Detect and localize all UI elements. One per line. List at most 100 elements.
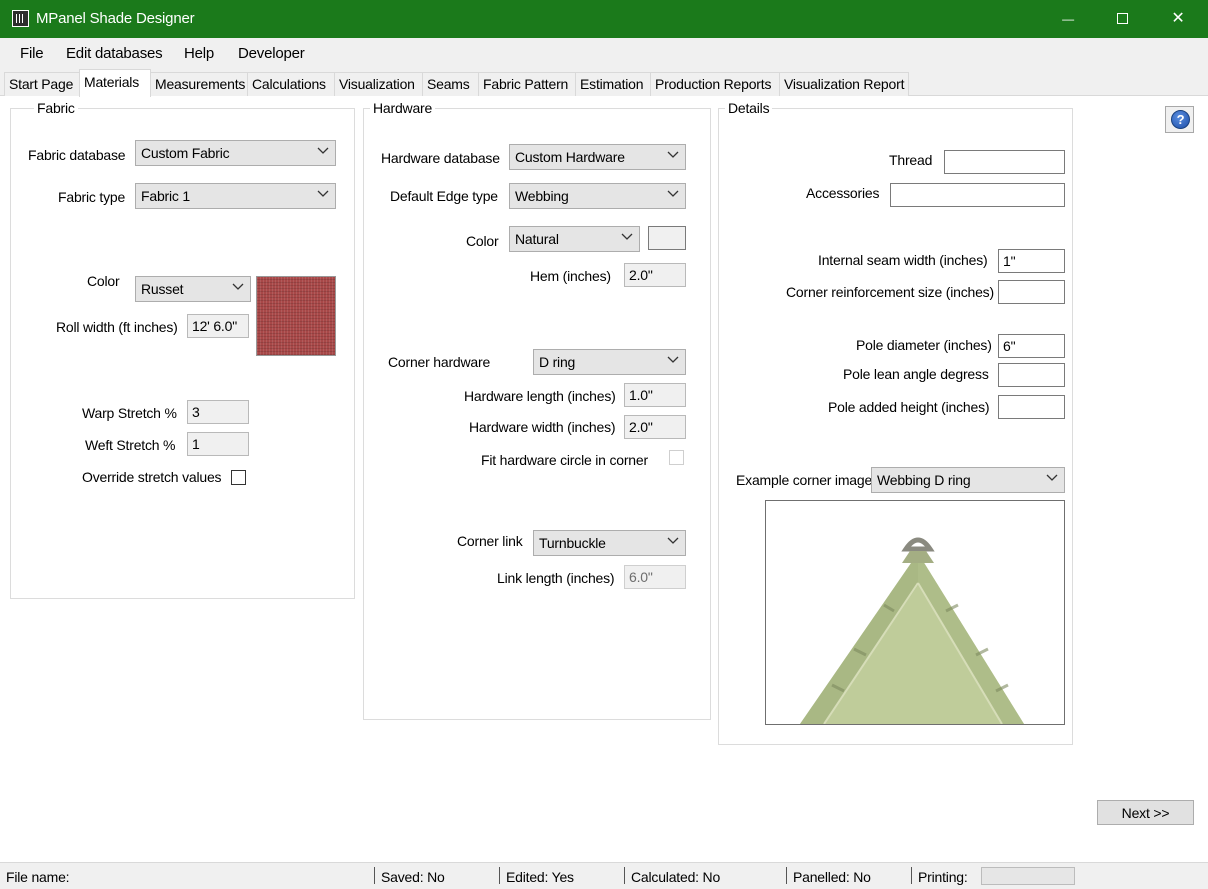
pole-height-field[interactable] — [998, 395, 1065, 419]
hardware-color-value: Natural — [515, 231, 559, 247]
hem-label: Hem (inches) — [530, 268, 611, 284]
corner-hardware-select[interactable]: D ring — [533, 349, 686, 375]
fabric-group-title: Fabric — [34, 100, 78, 116]
seam-width-field[interactable]: 1" — [998, 249, 1065, 273]
maximize-button[interactable] — [1094, 0, 1150, 38]
status-edited: Edited: Yes — [506, 869, 574, 885]
override-stretch-checkbox[interactable] — [231, 470, 246, 485]
edge-type-select[interactable]: Webbing — [509, 183, 686, 209]
seam-width-label: Internal seam width (inches) — [818, 252, 988, 268]
edge-type-value: Webbing — [515, 188, 569, 204]
printing-progress-bar — [981, 867, 1075, 885]
menu-developer[interactable]: Developer — [238, 45, 305, 62]
override-stretch-label: Override stretch values — [82, 469, 222, 485]
chevron-down-icon — [317, 147, 329, 157]
pole-diameter-label: Pole diameter (inches) — [856, 337, 992, 353]
reinforcement-size-field[interactable] — [998, 280, 1065, 304]
tab-seams[interactable]: Seams — [422, 72, 479, 96]
minimize-icon: — — [1062, 12, 1074, 26]
webbing-d-ring-illustration — [800, 537, 1024, 724]
details-group-title: Details — [725, 100, 773, 116]
tab-calculations[interactable]: Calculations — [247, 72, 335, 96]
fabric-color-value: Russet — [141, 281, 184, 297]
fabric-color-swatch — [256, 276, 336, 356]
accessories-label: Accessories — [806, 185, 880, 201]
corner-hardware-label: Corner hardware — [388, 354, 491, 370]
status-separator — [786, 867, 787, 884]
menu-edit-databases[interactable]: Edit databases — [66, 45, 163, 62]
hardware-width-field[interactable]: 2.0" — [624, 415, 686, 439]
hardware-database-select[interactable]: Custom Hardware — [509, 144, 686, 170]
chevron-down-icon — [667, 190, 679, 200]
roll-width-label: Roll width (ft inches) — [56, 319, 178, 335]
status-printing: Printing: — [918, 869, 968, 885]
hardware-width-label: Hardware width (inches) — [469, 419, 616, 435]
corner-link-select[interactable]: Turnbuckle — [533, 530, 686, 556]
status-separator — [374, 867, 375, 884]
status-panelled: Panelled: No — [793, 869, 871, 885]
tab-measurements[interactable]: Measurements — [150, 72, 248, 96]
thread-field[interactable] — [944, 150, 1065, 174]
chevron-down-icon — [667, 537, 679, 547]
tab-materials[interactable]: Materials — [79, 69, 151, 97]
window-title: MPanel Shade Designer — [36, 10, 195, 27]
fit-circle-checkbox[interactable] — [669, 450, 684, 465]
tab-estimation[interactable]: Estimation — [575, 72, 651, 96]
next-button[interactable]: Next >> — [1097, 800, 1194, 825]
menu-bar: File Edit databases Help Developer — [0, 39, 1208, 68]
example-image-value: Webbing D ring — [877, 472, 971, 488]
example-image-select[interactable]: Webbing D ring — [871, 467, 1065, 493]
menu-file[interactable]: File — [20, 45, 44, 62]
pole-lean-field[interactable] — [998, 363, 1065, 387]
weft-stretch-field[interactable]: 1 — [187, 432, 249, 456]
menu-help[interactable]: Help — [184, 45, 214, 62]
status-saved: Saved: No — [381, 869, 445, 885]
fabric-database-value: Custom Fabric — [141, 145, 230, 161]
fabric-color-label: Color — [87, 273, 120, 289]
maximize-icon — [1116, 13, 1128, 25]
chevron-down-icon — [1046, 474, 1058, 484]
help-icon: ? — [1171, 110, 1190, 129]
hardware-database-label: Hardware database — [381, 150, 500, 166]
minimize-button[interactable]: — — [1040, 0, 1096, 38]
example-image-label: Example corner image — [736, 472, 873, 488]
status-separator — [624, 867, 625, 884]
pole-diameter-field[interactable]: 6" — [998, 334, 1065, 358]
chevron-down-icon — [317, 190, 329, 200]
fabric-database-select[interactable]: Custom Fabric — [135, 140, 336, 166]
hardware-color-select[interactable]: Natural — [509, 226, 640, 252]
link-length-label: Link length (inches) — [497, 570, 615, 586]
fabric-type-value: Fabric 1 — [141, 188, 190, 204]
help-button[interactable]: ? — [1165, 106, 1194, 133]
materials-page: Fabric Fabric database Custom Fabric Fab… — [0, 96, 1208, 862]
status-calculated: Calculated: No — [631, 869, 721, 885]
close-button[interactable]: ✕ — [1150, 0, 1206, 38]
hem-field[interactable]: 2.0" — [624, 263, 686, 287]
fabric-database-label: Fabric database — [28, 147, 126, 163]
tab-start-page[interactable]: Start Page — [4, 72, 80, 96]
fabric-type-label: Fabric type — [58, 189, 126, 205]
pole-height-label: Pole added height (inches) — [828, 399, 990, 415]
tab-production-reports[interactable]: Production Reports — [650, 72, 780, 96]
accessories-field[interactable] — [890, 183, 1065, 207]
status-separator — [499, 867, 500, 884]
roll-width-field[interactable]: 12' 6.0" — [187, 314, 249, 338]
status-separator — [911, 867, 912, 884]
edge-type-label: Default Edge type — [390, 188, 498, 204]
fabric-color-select[interactable]: Russet — [135, 276, 251, 302]
tab-fabric-pattern[interactable]: Fabric Pattern — [478, 72, 576, 96]
app-icon — [12, 10, 29, 27]
chevron-down-icon — [232, 283, 244, 293]
hardware-length-field[interactable]: 1.0" — [624, 383, 686, 407]
tab-visualization[interactable]: Visualization — [334, 72, 423, 96]
warp-stretch-field[interactable]: 3 — [187, 400, 249, 424]
fit-circle-label: Fit hardware circle in corner — [481, 452, 648, 468]
thread-label: Thread — [889, 152, 933, 168]
link-length-field[interactable]: 6.0" — [624, 565, 686, 589]
corner-link-value: Turnbuckle — [539, 535, 606, 551]
fabric-type-select[interactable]: Fabric 1 — [135, 183, 336, 209]
tab-visualization-report[interactable]: Visualization Report — [779, 72, 909, 96]
hardware-length-label: Hardware length (inches) — [464, 388, 616, 404]
warp-stretch-label: Warp Stretch % — [82, 405, 177, 421]
close-icon: ✕ — [1171, 10, 1185, 27]
